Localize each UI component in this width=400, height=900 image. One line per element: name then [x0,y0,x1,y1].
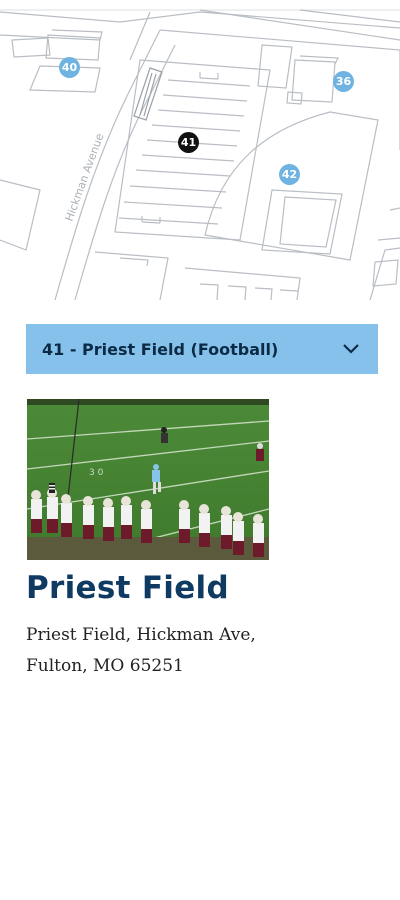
chevron-down-icon[interactable] [340,338,362,360]
address-line-1: Priest Field, Hickman Ave, [26,625,256,645]
street-label-hickman: Hickman Avenue [63,131,107,223]
map-marker-36[interactable]: 36 [333,71,354,92]
address-line-2: Fulton, MO 65251 [26,656,184,676]
location-photo: 3 0 [27,399,269,560]
map-marker-41[interactable]: 41 [178,132,199,153]
svg-text:3 0: 3 0 [89,468,104,478]
location-address: Priest Field, Hickman Ave, Fulton, MO 65… [26,620,326,682]
campus-map[interactable]: Hickman Avenue 40 36 41 42 [0,0,400,300]
map-marker-42[interactable]: 42 [279,164,300,185]
map-marker-40[interactable]: 40 [59,57,80,78]
location-select-label: 41 - Priest Field (Football) [42,339,279,359]
location-select[interactable]: 41 - Priest Field (Football) [26,324,378,374]
location-title: Priest Field [26,570,229,606]
